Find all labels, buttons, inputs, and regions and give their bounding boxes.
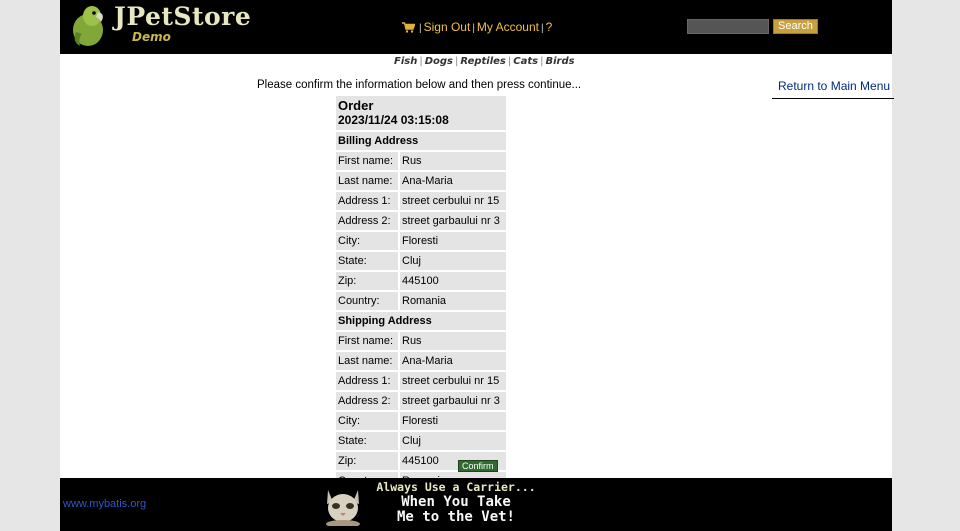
brand-name: JPetStore	[114, 2, 252, 31]
table-row: State: Cluj	[336, 432, 506, 450]
table-row: Last name: Ana-Maria	[336, 172, 506, 190]
field-label: Zip:	[336, 452, 398, 470]
table-row: City: Floresti	[336, 412, 506, 430]
search-button[interactable]: Search	[773, 19, 818, 34]
vet-carrier-banner[interactable]: Always Use a Carrier... When You Take Me…	[318, 478, 548, 528]
field-value: Rus	[400, 152, 506, 170]
table-row: Address 1: street cerbului nr 15	[336, 372, 506, 390]
field-label: Zip:	[336, 272, 398, 290]
field-label: Address 2:	[336, 212, 398, 230]
my-account-link[interactable]: My Account	[477, 20, 539, 34]
confirm-prompt: Please confirm the information below and…	[257, 79, 582, 91]
mybatis-link[interactable]: www.mybatis.org	[63, 498, 146, 510]
field-label: State:	[336, 252, 398, 270]
table-row: Address 2: street garbaului nr 3	[336, 392, 506, 410]
quicklink-reptiles[interactable]: Reptiles	[460, 56, 506, 67]
menu-separator: |	[419, 23, 422, 34]
search-form: Search	[687, 19, 818, 37]
field-value: Floresti	[400, 232, 506, 250]
field-value: Cluj	[400, 432, 506, 450]
field-label: Address 2:	[336, 392, 398, 410]
quicklink-separator: |	[455, 56, 459, 67]
table-row: Last name: Ana-Maria	[336, 352, 506, 370]
table-row: Country:Romania	[336, 292, 506, 310]
field-value: street garbaului nr 3	[400, 212, 506, 230]
confirm-button[interactable]: Confirm	[458, 460, 498, 472]
quicklink-separator: |	[419, 56, 423, 67]
field-value: street garbaului nr 3	[400, 392, 506, 410]
brand-subtitle: Demo	[132, 30, 171, 44]
banner-line-1: Always Use a Carrier...	[376, 480, 536, 494]
order-header-row: Order 2023/11/24 03:15:08	[336, 96, 506, 130]
field-value: Ana-Maria	[400, 172, 506, 190]
field-value: Ana-Maria	[400, 352, 506, 370]
banner-line-3: Me to the Vet!	[396, 509, 515, 525]
quicklink-separator: |	[540, 56, 544, 67]
field-label: Last name:	[336, 352, 398, 370]
search-input[interactable]	[687, 19, 769, 34]
field-label: Last name:	[336, 172, 398, 190]
table-row: Zip: 445100	[336, 272, 506, 290]
return-panel: Return to Main Menu	[772, 77, 894, 99]
shipping-address-heading: Shipping Address	[336, 312, 506, 330]
quicklink-birds[interactable]: Birds	[545, 56, 574, 67]
order-table: Order 2023/11/24 03:15:08 Billing Addres…	[334, 94, 508, 492]
category-quicklinks: Fish | Dogs | Reptiles | Cats | Birds	[394, 56, 575, 67]
help-link[interactable]: ?	[546, 20, 553, 34]
billing-address-heading: Billing Address	[336, 132, 506, 150]
field-value: Cluj	[400, 252, 506, 270]
field-value: Floresti	[400, 412, 506, 430]
table-row: Address 1: street cerbului nr 15	[336, 192, 506, 210]
cart-icon[interactable]	[402, 22, 415, 33]
field-label: City:	[336, 232, 398, 250]
quicklink-dogs[interactable]: Dogs	[425, 56, 453, 67]
table-row: First name: Rus	[336, 152, 506, 170]
field-label: First name:	[336, 152, 398, 170]
table-row: State: Cluj	[336, 252, 506, 270]
field-label: Address 1:	[336, 192, 398, 210]
field-value: street cerbului nr 15	[400, 372, 506, 390]
order-datetime: 2023/11/24 03:15:08	[338, 113, 449, 127]
section-row: Billing Address	[336, 132, 506, 150]
cat-icon	[326, 490, 360, 526]
header-menu: | Sign Out | My Account |?	[402, 20, 552, 34]
parrot-logo-icon	[73, 6, 103, 46]
return-to-main-menu-link[interactable]: Return to Main Menu	[778, 79, 890, 93]
order-header: Order 2023/11/24 03:15:08	[336, 96, 506, 130]
footer: www.mybatis.org Always Use a Carrier... …	[60, 478, 892, 531]
table-row: Address 2: street garbaului nr 3	[336, 212, 506, 230]
banner-line-2: When You Take	[401, 494, 511, 510]
field-label: Country:	[336, 292, 398, 310]
page: JPetStore Demo | Sign Out | My Account |? Se…	[60, 0, 894, 531]
field-label: State:	[336, 432, 398, 450]
menu-separator: |	[540, 23, 544, 34]
field-value: Rus	[400, 332, 506, 350]
field-label: First name:	[336, 332, 398, 350]
field-label: City:	[336, 412, 398, 430]
sign-out-link[interactable]: Sign Out	[424, 20, 471, 34]
menu-separator: |	[472, 23, 475, 34]
section-row: Shipping Address	[336, 312, 506, 330]
header: JPetStore Demo | Sign Out | My Account |? Se…	[60, 0, 892, 54]
table-row: First name: Rus	[336, 332, 506, 350]
quicklink-fish[interactable]: Fish	[394, 56, 417, 67]
field-value: Romania	[400, 292, 506, 310]
field-label: Address 1:	[336, 372, 398, 390]
banner-text: Always Use a Carrier... When You Take Me…	[366, 480, 546, 525]
quicklink-cats[interactable]: Cats	[513, 56, 538, 67]
field-value: 445100	[400, 272, 506, 290]
order-title: Order	[338, 98, 374, 113]
logo[interactable]: JPetStore Demo	[68, 2, 251, 48]
table-row: City: Floresti	[336, 232, 506, 250]
quicklink-separator: |	[507, 56, 512, 67]
field-value: street cerbului nr 15	[400, 192, 506, 210]
